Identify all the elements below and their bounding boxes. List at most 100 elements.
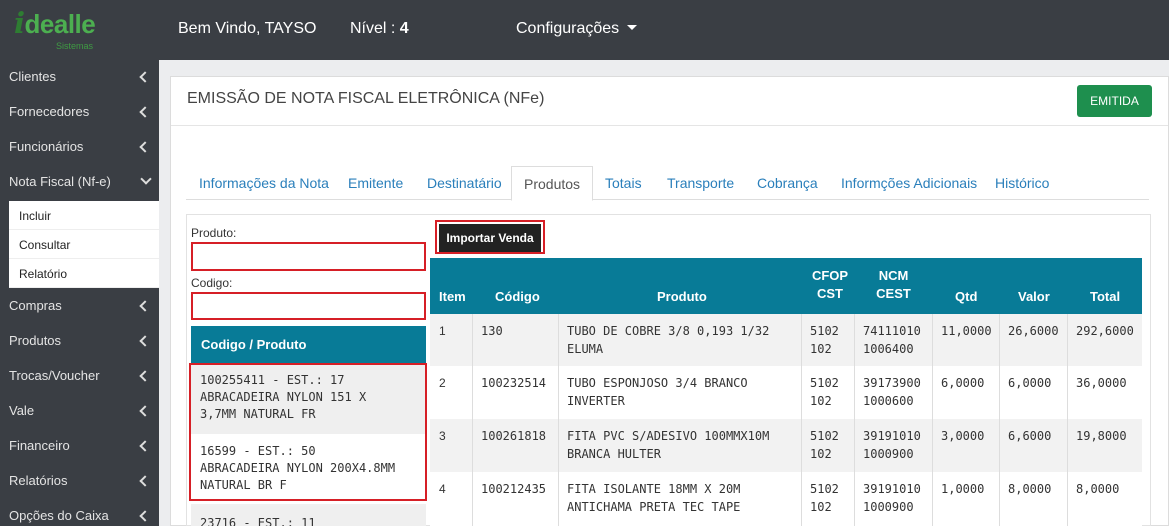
app-logo[interactable]: idealle Sistemas bbox=[14, 6, 164, 54]
column-divider bbox=[1067, 314, 1068, 526]
cell-produto: FITA ISOLANTE 18MM X 20M ANTICHAMA PRETA … bbox=[567, 480, 740, 516]
chevron-left-icon bbox=[139, 335, 151, 347]
panel-header: EMISSÃO DE NOTA FISCAL ELETRÔNICA (NFe) … bbox=[171, 77, 1168, 126]
tab-informacoes-adicionais[interactable]: Informções Adicionais bbox=[841, 166, 977, 200]
top-navbar: idealle Sistemas Bem Vindo, TAYSO Nível … bbox=[0, 0, 1169, 60]
tab-destinatario[interactable]: Destinatário bbox=[427, 166, 502, 200]
cell-cfop-cst: 5102 102 bbox=[810, 374, 839, 410]
tab-emitente[interactable]: Emitente bbox=[348, 166, 403, 200]
tab-totais[interactable]: Totais bbox=[605, 166, 642, 200]
cell-qtd: 6,0000 bbox=[941, 376, 985, 390]
sidebar-item-nota-fiscal[interactable]: Nota Fiscal (Nf-e) bbox=[0, 165, 159, 200]
chevron-left-icon bbox=[139, 370, 151, 382]
cst-value: 102 bbox=[810, 342, 832, 356]
cfop-value: 5102 bbox=[810, 324, 839, 338]
ncm-value: 39173900 bbox=[863, 376, 921, 390]
cfop-value: 5102 bbox=[810, 429, 839, 443]
sidebar-subitem-consultar[interactable]: Consultar bbox=[9, 230, 159, 259]
chevron-left-icon bbox=[139, 510, 151, 522]
cell-codigo: 100232514 bbox=[481, 376, 547, 390]
cell-qtd: 11,0000 bbox=[941, 324, 992, 338]
tab-transporte[interactable]: Transporte bbox=[667, 166, 734, 200]
sidebar: Clientes Fornecedores Funcionários Nota … bbox=[0, 60, 159, 526]
cell-valor: 8,0000 bbox=[1008, 482, 1052, 496]
column-divider bbox=[801, 314, 802, 526]
cell-valor: 26,6000 bbox=[1008, 324, 1059, 338]
cell-cfop-cst: 5102 102 bbox=[810, 427, 839, 463]
column-divider bbox=[472, 314, 473, 526]
col-produto: Produto bbox=[657, 289, 707, 304]
tab-informacoes-nota[interactable]: Informações da Nota bbox=[199, 166, 329, 200]
produto-line: BRANCA HULTER bbox=[567, 447, 661, 461]
items-table-header: Item Código Produto CFOP CST NCM CEST Qtd … bbox=[430, 258, 1142, 314]
codigo-label: Codigo: bbox=[191, 276, 233, 290]
sidebar-item-relatorios[interactable]: Relatórios bbox=[0, 464, 159, 499]
table-row[interactable]: 1 130 TUBO DE COBRE 3/8 0,193 1/32 ELUMA … bbox=[430, 314, 1142, 366]
tab-cobranca[interactable]: Cobrança bbox=[757, 166, 818, 200]
cell-qtd: 1,0000 bbox=[941, 482, 985, 496]
column-divider bbox=[932, 314, 933, 526]
cell-ncm-cest: 39173900 1000600 bbox=[863, 374, 921, 410]
cell-valor: 6,0000 bbox=[1008, 376, 1052, 390]
table-row[interactable]: 2 100232514 TUBO ESPONJOSO 3/4 BRANCO INV… bbox=[430, 366, 1142, 419]
logo-text: idealle bbox=[14, 6, 96, 40]
codigo-search-input[interactable] bbox=[191, 292, 426, 320]
tab-produtos[interactable]: Produtos bbox=[511, 166, 594, 201]
cell-produto: TUBO DE COBRE 3/8 0,193 1/32 ELUMA bbox=[567, 322, 769, 358]
cell-codigo: 100212435 bbox=[481, 482, 547, 496]
chevron-left-icon bbox=[139, 106, 151, 118]
produto-line: FITA ISOLANTE 18MM X 20M bbox=[567, 482, 741, 496]
config-menu[interactable]: Configurações bbox=[516, 20, 638, 38]
sidebar-item-clientes[interactable]: Clientes bbox=[0, 60, 159, 95]
produto-line: TUBO ESPONJOSO 3/4 BRANCO bbox=[567, 376, 748, 390]
status-emitida-button[interactable]: EMITIDA bbox=[1077, 85, 1152, 117]
cell-codigo: 100261818 bbox=[481, 429, 547, 443]
cst-value: 102 bbox=[810, 500, 832, 514]
cell-produto: FITA PVC S/ADESIVO 100MMX10M BRANCA HULTE… bbox=[567, 427, 769, 463]
produto-search-input[interactable] bbox=[191, 242, 426, 271]
cest-value: 1000600 bbox=[863, 394, 914, 408]
sidebar-item-fornecedores[interactable]: Fornecedores bbox=[0, 95, 159, 130]
cell-ncm-cest: 74111010 1006400 bbox=[863, 322, 921, 358]
sidebar-subitem-incluir[interactable]: Incluir bbox=[9, 201, 159, 230]
col-cfop-cst: CFOP CST bbox=[804, 267, 856, 303]
produto-label: Produto: bbox=[191, 226, 237, 240]
cell-cfop-cst: 5102 102 bbox=[810, 480, 839, 516]
sidebar-item-trocas-voucher[interactable]: Trocas/Voucher bbox=[0, 359, 159, 394]
cell-total: 36,0000 bbox=[1076, 376, 1127, 390]
ncm-value: 39191010 bbox=[863, 482, 921, 496]
sidebar-item-compras[interactable]: Compras bbox=[0, 289, 159, 324]
table-row[interactable]: 4 100212435 FITA ISOLANTE 18MM X 20M ANTI… bbox=[430, 472, 1142, 526]
cell-item: 3 bbox=[439, 429, 446, 443]
product-list-header: Codigo / Produto bbox=[191, 326, 426, 363]
produto-line: ANTICHAMA PRETA TEC TAPE bbox=[567, 500, 741, 514]
col-cfop: CFOP bbox=[811, 268, 849, 283]
chevron-left-icon bbox=[139, 141, 151, 153]
cell-codigo: 130 bbox=[481, 324, 503, 338]
sidebar-item-financeiro[interactable]: Financeiro bbox=[0, 429, 159, 464]
sidebar-item-funcionarios[interactable]: Funcionários bbox=[0, 130, 159, 165]
tab-historico[interactable]: Histórico bbox=[995, 166, 1049, 200]
list-highlight-box bbox=[189, 363, 427, 501]
produto-line: FITA PVC S/ADESIVO 100MMX10M bbox=[567, 429, 770, 443]
chevron-left-icon bbox=[139, 71, 151, 83]
sidebar-subitem-relatorio[interactable]: Relatório bbox=[9, 259, 159, 288]
sidebar-item-vale[interactable]: Vale bbox=[0, 394, 159, 429]
col-codigo: Código bbox=[495, 289, 540, 304]
cell-total: 292,6000 bbox=[1076, 324, 1134, 338]
table-row[interactable]: 3 100261818 FITA PVC S/ADESIVO 100MMX10M… bbox=[430, 419, 1142, 472]
cell-item: 4 bbox=[439, 482, 446, 496]
col-valor: Valor bbox=[1018, 289, 1050, 304]
sidebar-item-opcoes-caixa[interactable]: Opções do Caixa bbox=[0, 499, 159, 526]
welcome-message: Bem Vindo, TAYSO bbox=[178, 20, 317, 37]
caret-down-icon bbox=[627, 25, 638, 30]
cell-ncm-cest: 39191010 1000900 bbox=[863, 480, 921, 516]
chevron-left-icon bbox=[139, 405, 151, 417]
ncm-value: 39191010 bbox=[863, 429, 921, 443]
sidebar-item-produtos[interactable]: Produtos bbox=[0, 324, 159, 359]
importar-venda-button[interactable]: Importar Venda bbox=[439, 224, 541, 252]
cell-item: 1 bbox=[439, 324, 446, 338]
cell-cfop-cst: 5102 102 bbox=[810, 322, 839, 358]
column-divider bbox=[558, 314, 559, 526]
list-item[interactable]: 23716 - EST.: 11 bbox=[191, 506, 426, 526]
